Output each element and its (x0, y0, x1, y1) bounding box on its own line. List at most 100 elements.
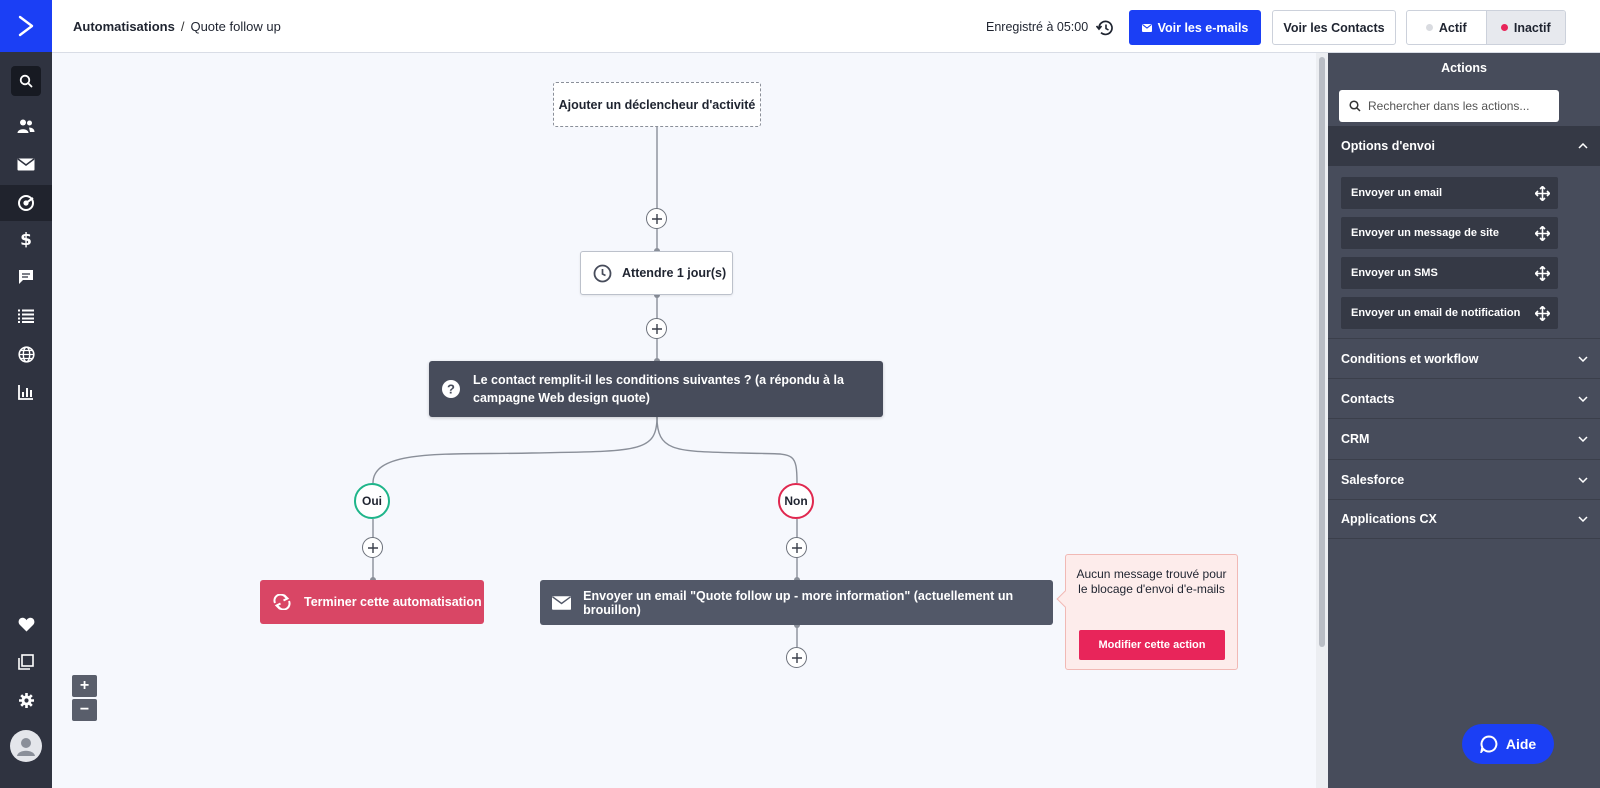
add-step-no-button[interactable] (786, 537, 807, 558)
section-label: Applications CX (1341, 512, 1437, 526)
warning-message: Aucun message trouvé pour le blocage d'e… (1076, 567, 1227, 596)
add-trigger-node[interactable]: Ajouter un déclencheur d'activité (553, 82, 761, 127)
status-active-label: Actif (1438, 20, 1467, 35)
active-dot (1425, 24, 1433, 31)
activecampaign-logo[interactable] (0, 0, 52, 52)
logo-chevron-icon (18, 15, 34, 37)
edit-action-button[interactable]: Modifier cette action (1079, 630, 1225, 660)
action-send-site-message[interactable]: Envoyer un message de site (1341, 217, 1558, 249)
drag-move-icon[interactable] (1535, 305, 1550, 321)
conversations-icon (19, 270, 33, 284)
section-label: Conditions et workflow (1341, 351, 1479, 366)
section-label: Contacts (1341, 391, 1395, 406)
action-label: Envoyer un email de notification (1351, 307, 1521, 319)
canvas-scrollbar[interactable] (1316, 53, 1328, 788)
drag-move-icon[interactable] (1535, 225, 1550, 241)
help-label: Aide (1505, 736, 1537, 752)
action-label: Envoyer un message de site (1351, 227, 1499, 239)
status-inactive-option[interactable]: Inactif (1485, 11, 1565, 44)
add-step-after-email-button[interactable] (786, 647, 807, 668)
search-icon (1349, 100, 1361, 112)
section-label: Salesforce (1341, 472, 1405, 487)
chevron-down-icon (1578, 476, 1588, 483)
actions-search[interactable] (1339, 90, 1559, 122)
clock-icon (593, 264, 612, 282)
chat-bubble-icon (1480, 735, 1498, 753)
drag-move-icon[interactable] (1535, 265, 1550, 281)
section-salesforce[interactable]: Salesforce (1328, 459, 1600, 499)
help-button[interactable]: Aide (1462, 724, 1554, 764)
plus-icon (651, 323, 662, 334)
end-automation-label: Terminer cette automatisation (304, 595, 482, 609)
condition-node[interactable]: ? Le contact remplit-il les conditions s… (429, 361, 883, 417)
nav-user[interactable] (0, 728, 52, 764)
action-label: Envoyer un SMS (1351, 267, 1438, 279)
plus-icon (651, 213, 662, 224)
nav-favorites[interactable] (0, 606, 52, 642)
yes-branch-label: Oui (354, 483, 390, 519)
settings-icon (18, 692, 34, 708)
apps-icon (18, 654, 34, 670)
campaigns-icon (17, 157, 35, 170)
drag-move-icon[interactable] (1535, 185, 1550, 201)
nav-reports[interactable] (0, 374, 52, 410)
section-send-options[interactable]: Options d'envoi (1328, 126, 1600, 166)
plus-icon (791, 652, 802, 663)
actions-panel: Actions Options d'envoi Envoyer un email… (1328, 53, 1600, 788)
svg-text:?: ? (447, 382, 455, 397)
nav-website[interactable] (0, 336, 52, 372)
nav-search[interactable] (0, 63, 52, 99)
automations-icon (18, 195, 34, 211)
nav-deals[interactable]: $ (0, 222, 52, 258)
nav-contacts[interactable] (0, 108, 52, 144)
chevron-down-icon (1578, 395, 1588, 402)
actions-search-input[interactable] (1368, 99, 1548, 113)
history-icon (1095, 20, 1113, 36)
nav-conversations[interactable] (0, 259, 52, 295)
nav-apps[interactable] (0, 644, 52, 680)
email-warning-popover: Aucun message trouvé pour le blocage d'e… (1056, 554, 1238, 670)
zoom-in-button[interactable]: + (72, 675, 97, 697)
nav-automations[interactable] (0, 185, 52, 221)
view-contacts-button[interactable]: Voir les Contacts (1272, 10, 1396, 45)
add-step-button[interactable] (646, 208, 667, 229)
nav-settings[interactable] (0, 682, 52, 718)
user-avatar-icon (10, 730, 42, 762)
breadcrumb-automations-link[interactable]: Automatisations (73, 19, 175, 34)
add-step-button[interactable] (646, 318, 667, 339)
top-bar: Automatisations / Quote follow up Enregist… (52, 0, 1600, 53)
envelope-icon (552, 595, 572, 610)
plus-icon (367, 542, 378, 553)
action-send-notification-email[interactable]: Envoyer un email de notification (1341, 297, 1558, 329)
chevron-up-icon (1578, 143, 1588, 149)
action-send-email[interactable]: Envoyer un email (1341, 177, 1558, 209)
section-send-options-label: Options d'envoi (1341, 139, 1435, 153)
condition-label: Le contact remplit-il les conditions sui… (473, 373, 844, 405)
section-label: CRM (1341, 431, 1370, 446)
end-automation-node[interactable]: Terminer cette automatisation (260, 580, 484, 624)
workflow-canvas[interactable]: Ajouter un déclencheur d'activité Attend… (52, 53, 1316, 788)
nav-campaigns[interactable] (0, 146, 52, 182)
scrollbar-thumb[interactable] (1319, 57, 1325, 647)
status-toggle: Actif Inactif (1406, 10, 1566, 45)
saved-status: Enregistré à 05:00 (986, 20, 1089, 34)
zoom-out-button[interactable]: − (72, 699, 97, 721)
send-email-label: Envoyer un email "Quote follow up - more… (583, 588, 1014, 617)
history-button[interactable] (1095, 20, 1114, 41)
add-step-yes-button[interactable] (362, 537, 383, 558)
nav-lists[interactable] (0, 298, 52, 334)
send-email-node[interactable]: Envoyer un email "Quote follow up - more… (540, 580, 1053, 625)
breadcrumb-separator: / (180, 19, 185, 34)
status-active-option[interactable]: Actif (1407, 11, 1486, 44)
wait-node[interactable]: Attendre 1 jour(s) (580, 251, 733, 295)
breadcrumb: Automatisations / Quote follow up (73, 19, 281, 34)
section-crm[interactable]: CRM (1328, 418, 1600, 458)
section-cx-apps[interactable]: Applications CX (1328, 499, 1600, 539)
breadcrumb-current: Quote follow up (190, 19, 281, 34)
section-contacts[interactable]: Contacts (1328, 378, 1600, 418)
left-navigation: $ (0, 0, 52, 788)
action-send-sms[interactable]: Envoyer un SMS (1341, 257, 1558, 289)
no-branch-label: Non (778, 483, 814, 519)
view-emails-button[interactable]: Voir les e-mails (1129, 10, 1261, 45)
section-conditions-workflow[interactable]: Conditions et workflow (1328, 338, 1600, 378)
